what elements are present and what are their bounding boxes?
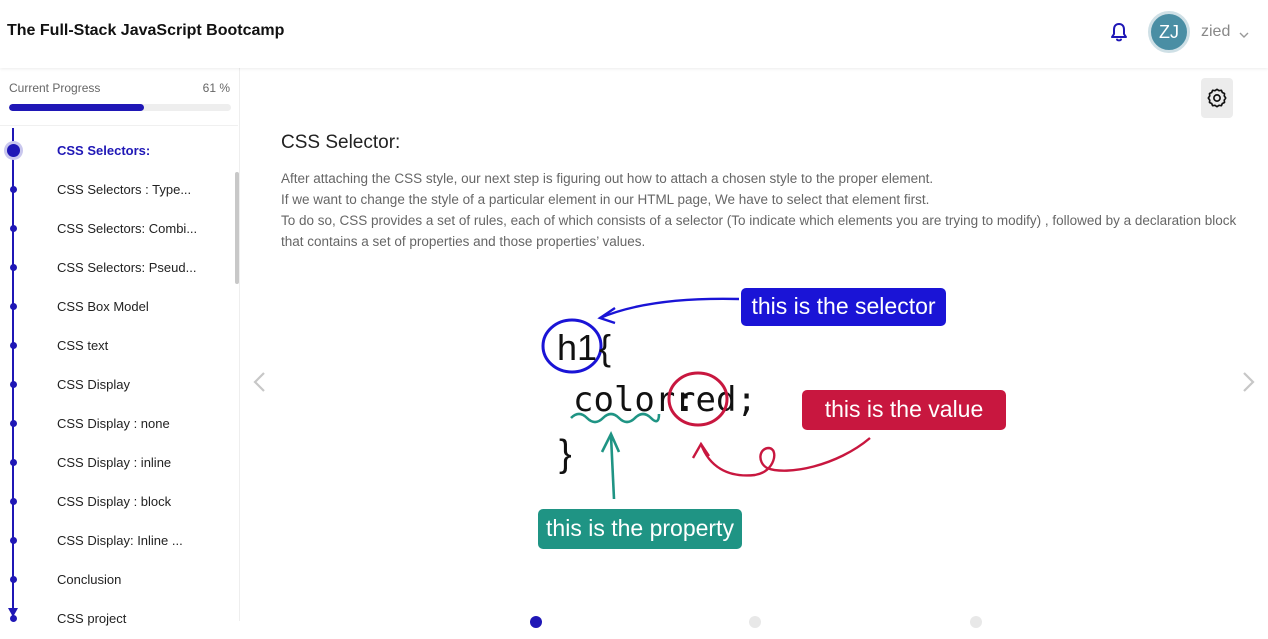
timeline-arrow-icon xyxy=(8,608,18,617)
progress-bar-fill xyxy=(9,104,145,111)
sidebar-lesson-item[interactable]: CSS Box Model xyxy=(0,288,232,327)
progress-percent: 61 % xyxy=(202,81,230,95)
code-value: red; xyxy=(675,380,757,420)
sidebar-lesson-item[interactable]: CSS Selectors: Pseud... xyxy=(0,249,232,288)
sidebar-lesson-label: CSS Display : block xyxy=(57,494,172,509)
progress-bar xyxy=(9,104,231,111)
sidebar-scrollbar[interactable] xyxy=(235,172,239,284)
timeline-dot xyxy=(10,186,17,193)
timeline-dot xyxy=(10,537,17,544)
timeline-dot xyxy=(10,459,17,466)
timeline-dot xyxy=(10,225,17,232)
sidebar-lesson-item[interactable]: CSS text xyxy=(0,327,232,366)
property-callout-text: this is the property xyxy=(546,515,734,541)
sidebar-lesson-label: CSS text xyxy=(57,338,109,353)
sidebar-lesson-item[interactable]: CSS Display : none xyxy=(0,405,232,444)
code-open-brace: { xyxy=(599,327,611,368)
sidebar-lesson-label: CSS Selectors : Type... xyxy=(57,182,192,197)
timeline-dot xyxy=(10,576,17,583)
avatar[interactable]: ZJ xyxy=(1148,11,1190,53)
sidebar-lesson-item[interactable]: CSS Display : block xyxy=(0,483,232,522)
lesson-title: CSS Selector: xyxy=(281,132,401,153)
slide-pager-dot[interactable] xyxy=(970,616,982,628)
sidebar-lesson-label: CSS Display : inline xyxy=(57,455,172,470)
lesson-paragraph: To do so, CSS provides a set of rules, e… xyxy=(281,213,1237,249)
progress-panel: Current Progress 61 % xyxy=(0,68,238,126)
lesson-paragraph: After attaching the CSS style, our next … xyxy=(281,171,934,186)
css-rule-diagram: this is the selector h1 { color: red; } … xyxy=(537,286,1007,556)
sidebar-lesson-item[interactable]: CSS Selectors: Combi... xyxy=(0,210,232,249)
username[interactable]: zied xyxy=(1201,23,1230,41)
gear-icon xyxy=(1207,88,1227,108)
timeline-dot xyxy=(7,144,20,157)
timeline-dot xyxy=(10,342,17,349)
sidebar-lesson-label: CSS Display xyxy=(57,377,130,392)
slide-pager-dot[interactable] xyxy=(749,616,761,628)
code-close-brace: } xyxy=(559,433,572,475)
sidebar-lesson-item[interactable]: CSS Display: Inline ... xyxy=(0,522,232,561)
lesson-content: CSS Selector: After attaching the CSS st… xyxy=(241,68,1268,628)
lesson-sidebar: Current Progress 61 % CSS Selectors: CSS … xyxy=(0,68,240,626)
settings-button[interactable] xyxy=(1201,78,1233,118)
sidebar-lesson-label: CSS Selectors: xyxy=(57,143,151,158)
sidebar-lesson-item[interactable]: Conclusion xyxy=(0,561,232,600)
sidebar-lesson-label: Conclusion xyxy=(57,572,122,587)
chevron-down-icon[interactable] xyxy=(1239,27,1249,38)
sidebar-lesson-item[interactable]: CSS Display : inline xyxy=(0,444,232,483)
sidebar-lesson-label: CSS project xyxy=(57,611,127,626)
timeline-dot xyxy=(10,498,17,505)
value-callout-text: this is the value xyxy=(825,396,984,422)
sidebar-lesson-item[interactable]: CSS Selectors: xyxy=(0,132,232,171)
timeline-dot xyxy=(10,264,17,271)
next-slide-button[interactable] xyxy=(1238,370,1258,394)
sidebar-lesson-item[interactable]: CSS Selectors : Type... xyxy=(0,171,232,210)
sidebar-lesson-label: CSS Selectors: Pseud... xyxy=(57,260,197,275)
sidebar-lesson-label: CSS Selectors: Combi... xyxy=(57,221,198,236)
bell-icon[interactable] xyxy=(1108,21,1130,43)
top-header: The Full-Stack JavaScript Bootcamp ZJ zi… xyxy=(0,0,1268,68)
timeline-dot xyxy=(10,420,17,427)
selector-callout-text: this is the selector xyxy=(751,293,935,319)
sidebar-lesson-label: CSS Display : none xyxy=(57,416,170,431)
slide-pager-dot[interactable] xyxy=(530,616,542,628)
sidebar-lesson-label: CSS Display: Inline ... xyxy=(57,533,183,548)
progress-label: Current Progress xyxy=(9,81,101,95)
lesson-text: After attaching the CSS style, our next … xyxy=(281,168,1246,252)
course-title: The Full-Stack JavaScript Bootcamp xyxy=(7,22,285,39)
lesson-paragraph: If we want to change the style of a part… xyxy=(281,192,930,207)
previous-slide-button[interactable] xyxy=(250,370,270,394)
code-selector: h1 xyxy=(557,327,597,368)
sidebar-lesson-item[interactable]: CSS project xyxy=(0,600,232,639)
sidebar-lesson-item[interactable]: CSS Display xyxy=(0,366,232,405)
timeline-dot xyxy=(10,303,17,310)
sidebar-lesson-label: CSS Box Model xyxy=(57,299,149,314)
timeline-dot xyxy=(10,381,17,388)
